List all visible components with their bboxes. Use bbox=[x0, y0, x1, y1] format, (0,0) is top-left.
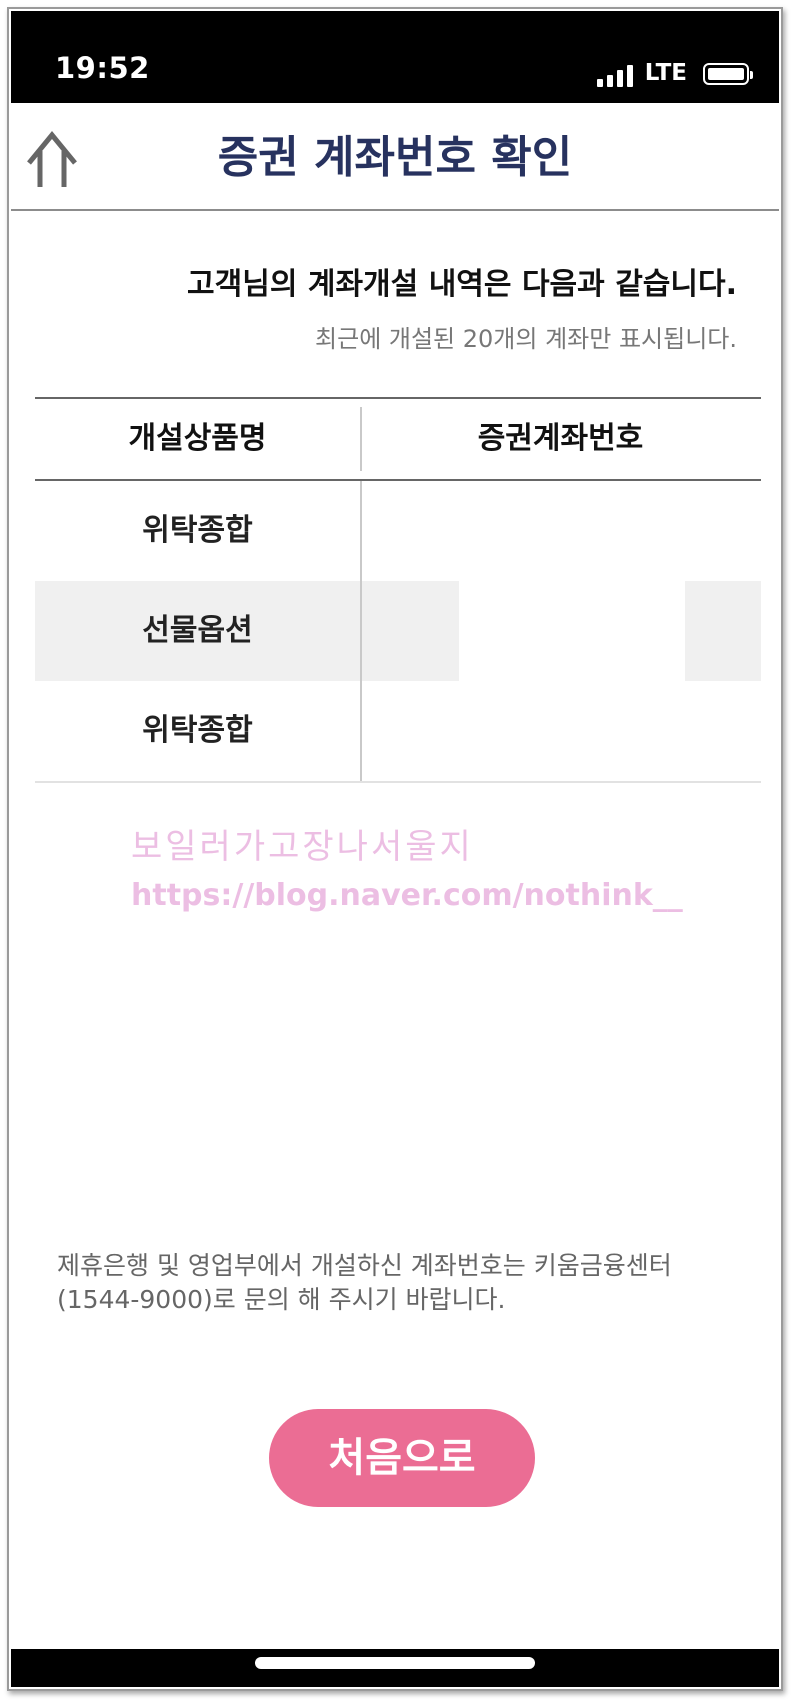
table-header: 개설상품명 증권계좌번호 bbox=[35, 397, 761, 481]
account-table: 개설상품명 증권계좌번호 위탁종합 선물옵션 위탁종합 bbox=[35, 397, 761, 783]
home-button[interactable]: 처음으로 bbox=[269, 1409, 535, 1507]
intro-sub: 최근에 개설된 20개의 계좌만 표시됩니다. bbox=[315, 325, 737, 353]
column-header-product: 개설상품명 bbox=[128, 421, 267, 456]
intro-main: 고객님의 계좌개설 내역은 다음과 같습니다. bbox=[187, 267, 737, 302]
bottom-bar bbox=[11, 1649, 779, 1687]
intro-text: 고객님의 계좌개설 내역은 다음과 같습니다. 최근에 개설된 20개의 계좌만… bbox=[187, 259, 737, 354]
network-type: LTE bbox=[644, 60, 687, 86]
battery-icon bbox=[703, 63, 753, 85]
screen: 19:52 LTE 증권 계좌번호 확인 고객님의 계좌개설 내역은 다음과 같… bbox=[11, 11, 779, 1687]
watermark-line1: 보일러가고장나서울지 bbox=[131, 827, 474, 867]
app-header: 증권 계좌번호 확인 bbox=[11, 103, 779, 211]
table-row[interactable]: 선물옵션 bbox=[35, 581, 761, 681]
phone-frame: 19:52 LTE 증권 계좌번호 확인 고객님의 계좌개설 내역은 다음과 같… bbox=[7, 7, 783, 1691]
status-time: 19:52 bbox=[55, 51, 150, 85]
watermark: 보일러가고장나서울지 https://blog.naver.com/nothin… bbox=[131, 819, 683, 913]
status-bar: 19:52 LTE bbox=[11, 11, 779, 103]
signal-icon bbox=[597, 63, 637, 87]
product-cell: 선물옵션 bbox=[142, 613, 253, 648]
product-cell: 위탁종합 bbox=[142, 513, 253, 548]
column-divider bbox=[360, 581, 362, 681]
table-bottom-border bbox=[35, 781, 761, 783]
table-row[interactable]: 위탁종합 bbox=[35, 681, 761, 781]
table-body: 위탁종합 선물옵션 위탁종합 bbox=[35, 481, 761, 781]
column-divider bbox=[360, 481, 362, 581]
row-highlight bbox=[685, 581, 761, 681]
column-header-account: 증권계좌번호 bbox=[477, 421, 644, 456]
notice-text: 제휴은행 및 영업부에서 개설하신 계좌번호는 키움금융센터(1544-9000… bbox=[57, 1251, 672, 1314]
home-indicator[interactable] bbox=[255, 1657, 535, 1669]
product-cell: 위탁종합 bbox=[142, 713, 253, 748]
page-title: 증권 계좌번호 확인 bbox=[217, 132, 573, 183]
column-divider bbox=[360, 681, 362, 781]
watermark-line2: https://blog.naver.com/nothink__ bbox=[131, 878, 683, 913]
table-row[interactable]: 위탁종합 bbox=[35, 481, 761, 581]
